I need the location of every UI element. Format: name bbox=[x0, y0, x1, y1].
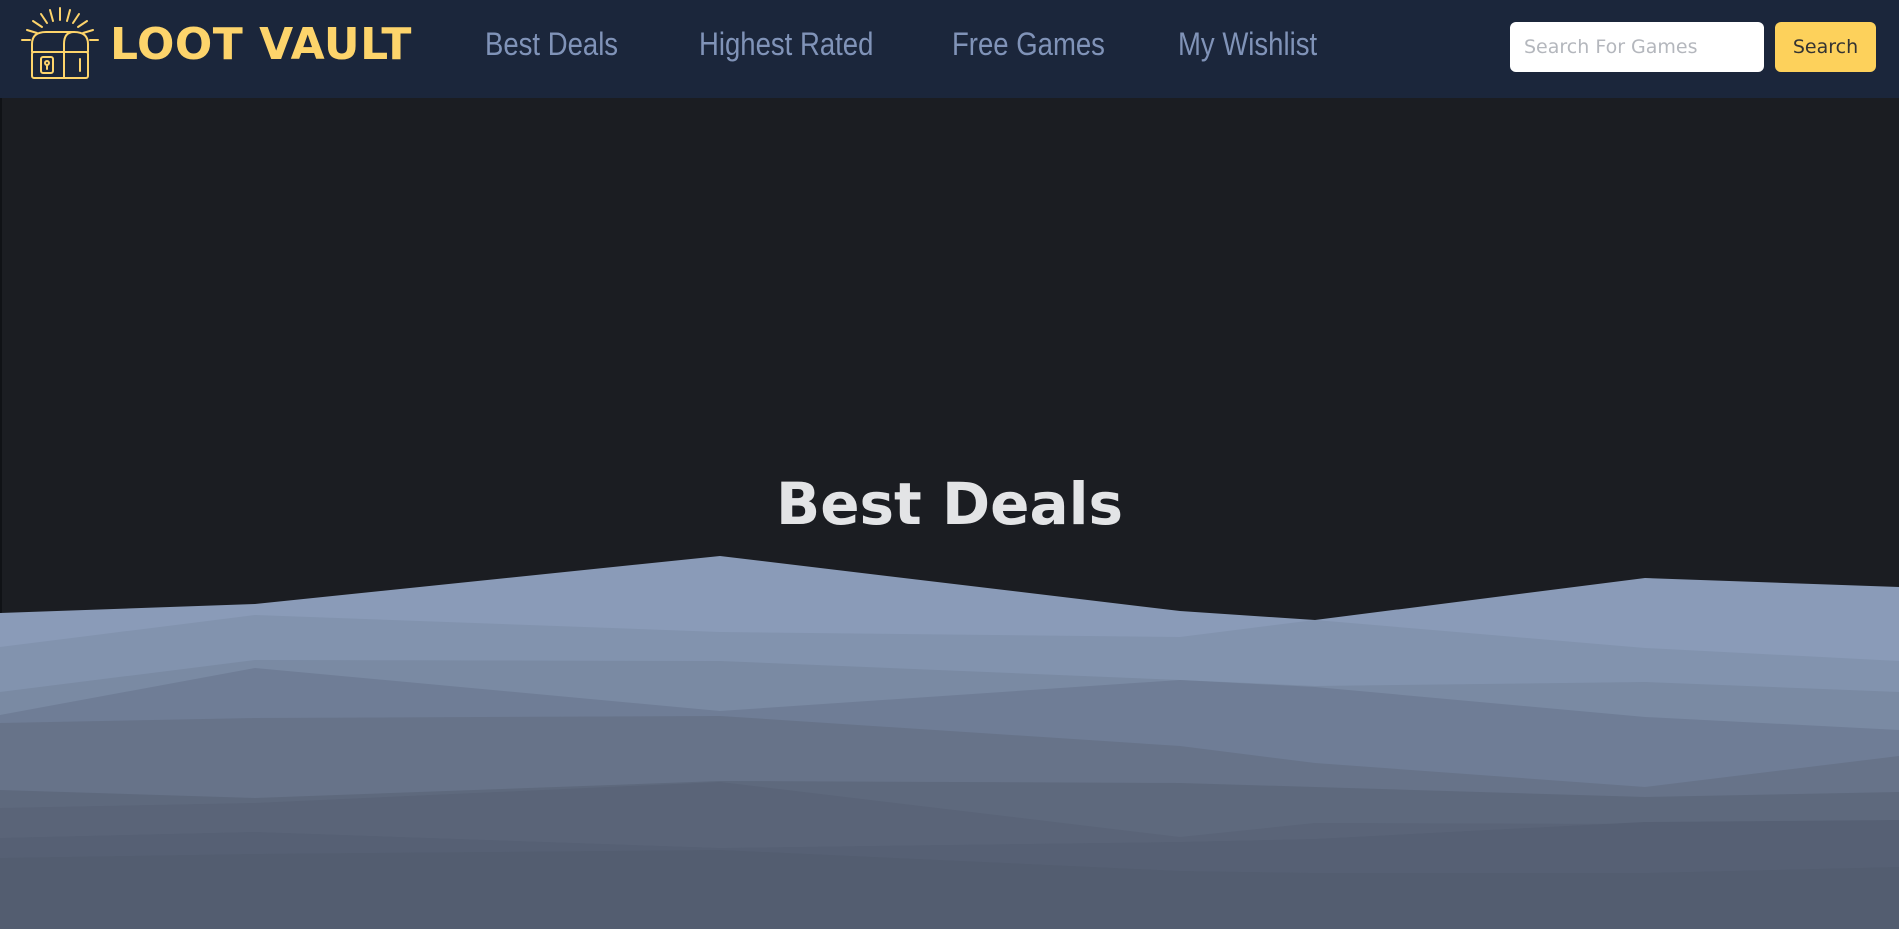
hero-wave-background bbox=[0, 556, 1899, 929]
hero-title: Best Deals bbox=[775, 470, 1123, 538]
nav-link-highest-rated[interactable]: Highest Rated bbox=[699, 20, 873, 68]
navbar: LOOT VAULT Best Deals Highest Rated Free… bbox=[0, 0, 1899, 98]
nav-link-best-deals[interactable]: Best Deals bbox=[485, 20, 618, 68]
brand-link[interactable]: LOOT VAULT bbox=[12, 4, 412, 84]
search-button[interactable]: Search bbox=[1775, 22, 1876, 72]
treasure-chest-icon bbox=[21, 7, 99, 79]
page: LOOT VAULT Best Deals Highest Rated Free… bbox=[0, 0, 1899, 929]
nav-link-free-games[interactable]: Free Games bbox=[952, 20, 1105, 68]
search-input[interactable] bbox=[1510, 22, 1764, 72]
brand-name: LOOT VAULT bbox=[110, 18, 412, 70]
nav-link-my-wishlist[interactable]: My Wishlist bbox=[1178, 20, 1317, 68]
